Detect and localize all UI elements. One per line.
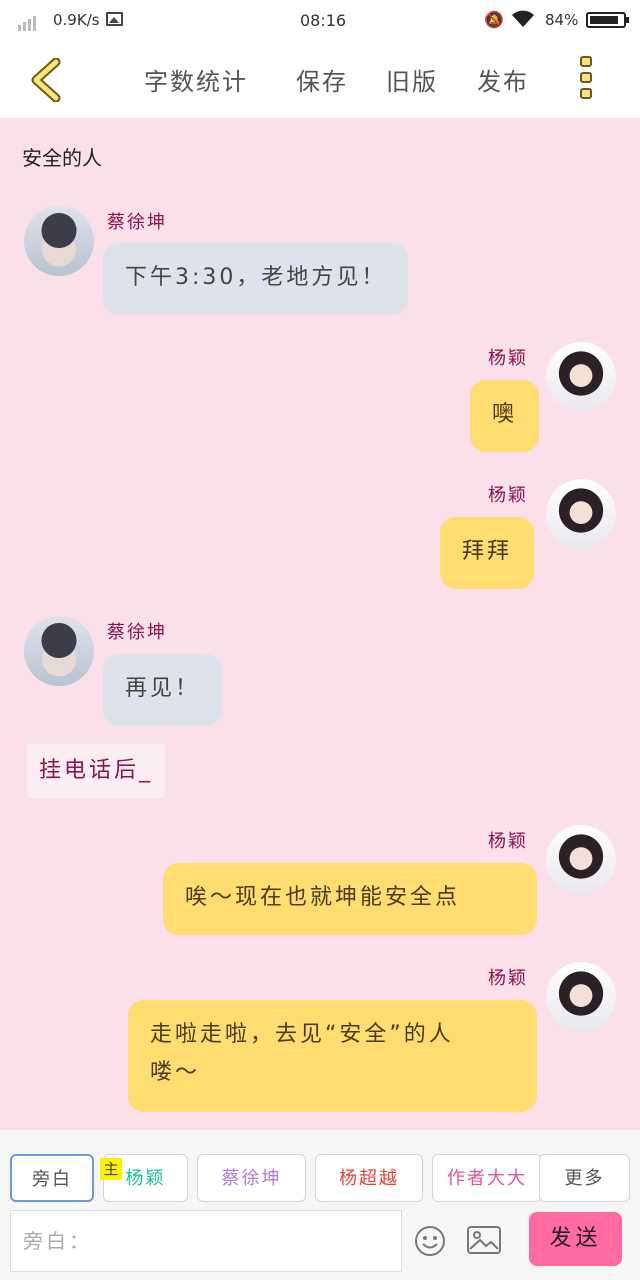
- role-chip-caixukun[interactable]: 蔡徐坤: [197, 1154, 306, 1202]
- speaker-name: 杨颖: [488, 485, 528, 506]
- chat-area[interactable]: 安全的人 蔡徐坤 下午3:30，老地方见！ 杨颖 噢 杨颖 拜拜 蔡徐坤 再见！…: [0, 118, 640, 1130]
- speaker-name: 蔡徐坤: [107, 212, 167, 233]
- main-role-badge: 主: [100, 1158, 122, 1180]
- more-roles-button[interactable]: 更多: [539, 1154, 630, 1202]
- battery-icon: [586, 12, 629, 28]
- role-chip-author[interactable]: 作者大大: [432, 1154, 542, 1202]
- wifi-icon: [510, 7, 536, 29]
- avatar[interactable]: [24, 206, 94, 276]
- avatar[interactable]: [546, 342, 616, 412]
- avatar[interactable]: [546, 825, 616, 895]
- bell-off-icon: 🔕: [484, 10, 504, 29]
- message-bubble[interactable]: 噢: [470, 380, 540, 452]
- status-bar: 0.9K/s 08:16 🔕 84%: [0, 0, 640, 40]
- old-version-button[interactable]: 旧版: [386, 62, 438, 97]
- speaker-name: 杨颖: [488, 348, 528, 369]
- emoji-icon[interactable]: [414, 1225, 446, 1257]
- speaker-name: 蔡徐坤: [107, 622, 167, 643]
- image-icon[interactable]: [466, 1225, 502, 1255]
- message-bubble[interactable]: 拜拜: [440, 517, 535, 589]
- message-line: 喽～: [150, 1060, 201, 1085]
- message-line: 走啦走啦，去见“安全”的人: [150, 1022, 454, 1047]
- speaker-name: 杨颖: [488, 968, 528, 989]
- network-speed: 0.9K/s: [53, 11, 100, 29]
- clock: 08:16: [300, 11, 347, 30]
- avatar[interactable]: [546, 962, 616, 1032]
- word-count-button[interactable]: 字数统计: [144, 62, 248, 97]
- avatar[interactable]: [546, 479, 616, 549]
- battery-percent: 84%: [545, 11, 579, 29]
- story-title: 安全的人: [22, 146, 102, 170]
- signal-icon: [18, 13, 38, 31]
- message-bubble[interactable]: 下午3:30，老地方见！: [103, 243, 409, 315]
- message-bubble[interactable]: 唉～现在也就坤能安全点: [163, 863, 537, 935]
- role-chip-yangchaoyue[interactable]: 杨超越: [315, 1154, 423, 1202]
- avatar[interactable]: [24, 616, 94, 686]
- speaker-name: 杨颖: [488, 831, 528, 852]
- image-icon: [106, 12, 123, 26]
- message-input[interactable]: 旁白：: [10, 1210, 402, 1272]
- composer-panel: 旁白 杨颖 蔡徐坤 杨超越 作者大大 更多 旁白： 发送: [0, 1130, 640, 1280]
- three-dots-vertical-icon[interactable]: [578, 56, 600, 106]
- narration-text[interactable]: 挂电话后_: [27, 744, 166, 798]
- chevron-left-icon[interactable]: [28, 57, 68, 103]
- message-bubble[interactable]: 走啦走啦，去见“安全”的人 喽～: [128, 1000, 537, 1112]
- publish-button[interactable]: 发布: [477, 62, 529, 97]
- message-bubble[interactable]: 再见！: [103, 654, 223, 726]
- editor-toolbar: 字数统计 保存 旧版 发布: [0, 40, 640, 118]
- role-chip-narrator[interactable]: 旁白: [10, 1154, 94, 1202]
- send-button[interactable]: 发送: [529, 1212, 622, 1266]
- save-button[interactable]: 保存: [296, 62, 348, 97]
